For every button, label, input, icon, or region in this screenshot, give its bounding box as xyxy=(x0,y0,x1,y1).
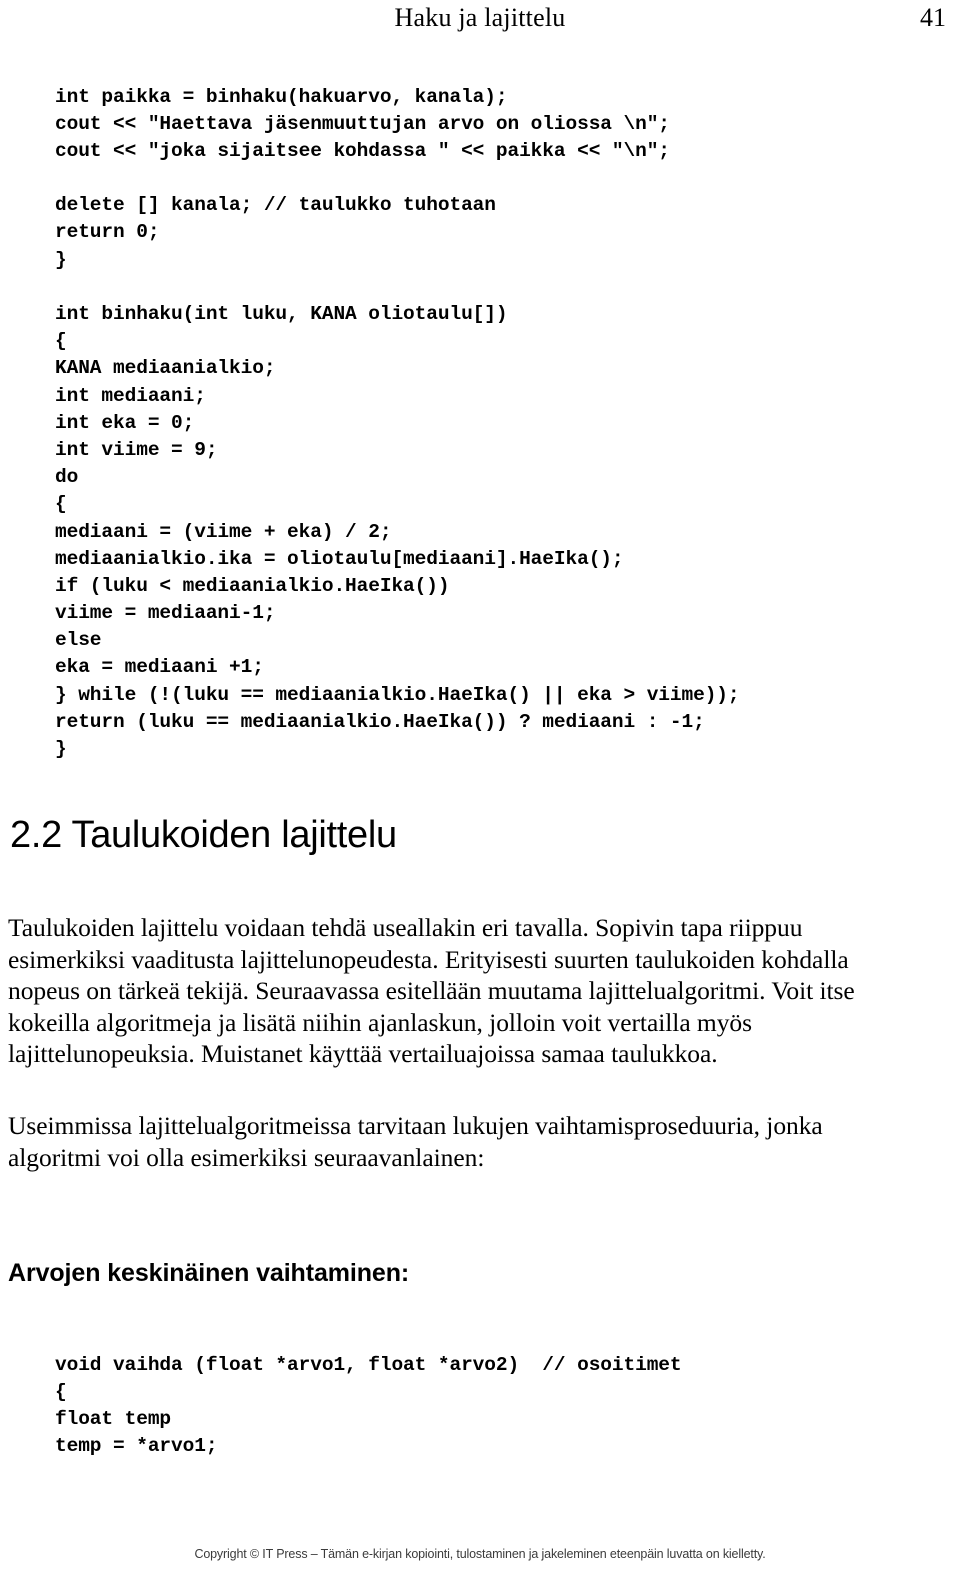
code-line: if (luku < mediaanialkio.HaeIka()) xyxy=(55,574,450,597)
code-line: float temp xyxy=(55,1407,172,1430)
code-line: } xyxy=(55,738,67,760)
code-line: KANA mediaanialkio; xyxy=(55,357,276,380)
body-paragraph-2: Useimmissa lajittelualgoritmeissa tarvit… xyxy=(8,1111,823,1172)
code-line: else xyxy=(55,629,102,652)
code-line: int eka = 0; xyxy=(55,411,195,434)
code-block-swap-function: void vaihda (float *arvo1, float *arvo2)… xyxy=(55,1352,682,1461)
code-block-binary-search: int paikka = binhaku(hakuarvo, kanala); c… xyxy=(55,84,740,764)
code-line: do xyxy=(55,466,79,489)
code-line: { xyxy=(55,493,67,516)
code-line: temp = *arvo1; xyxy=(55,1435,218,1458)
code-line: cout << "joka sijaitsee kohdassa " << pa… xyxy=(55,139,670,162)
code-line: } while (!(luku == mediaanialkio.HaeIka(… xyxy=(55,683,740,706)
code-line: } xyxy=(55,248,67,271)
code-line: eka = mediaani +1; xyxy=(55,656,264,679)
code-line: int paikka = binhaku(hakuarvo, kanala); xyxy=(55,85,508,108)
section-heading: 2.2 Taulukoiden lajittelu xyxy=(10,814,397,856)
code-line: void vaihda (float *arvo1, float *arvo2)… xyxy=(55,1353,682,1376)
code-line: mediaanialkio.ika = oliotaulu[mediaani].… xyxy=(55,547,624,570)
running-head-title: Haku ja lajittelu xyxy=(394,3,566,32)
code-line: { xyxy=(55,1380,67,1403)
body-paragraph-1: Taulukoiden lajittelu voidaan tehdä usea… xyxy=(8,913,855,1069)
code-line: mediaani = (viime + eka) / 2; xyxy=(55,520,392,543)
code-line: viime = mediaani-1; xyxy=(55,602,276,625)
code-line: int viime = 9; xyxy=(55,438,218,461)
code-line: return 0; xyxy=(55,221,160,244)
document-page: Haku ja lajittelu 41 int paikka = binhak… xyxy=(0,0,960,1576)
code-line: { xyxy=(55,330,67,353)
code-line: cout << "Haettava jäsenmuuttujan arvo on… xyxy=(55,112,670,135)
code-line: return (luku == mediaanialkio.HaeIka()) … xyxy=(55,710,705,733)
code-line: int mediaani; xyxy=(55,384,206,407)
page-number: 41 xyxy=(920,3,946,32)
code-line: delete [] kanala; // taulukko tuhotaan xyxy=(55,194,496,217)
code-line: int binhaku(int luku, KANA oliotaulu[]) xyxy=(55,303,508,325)
sub-heading-swap-values: Arvojen keskinäinen vaihtaminen: xyxy=(8,1259,410,1287)
footer-copyright: Copyright © IT Press – Tämän e-kirjan ko… xyxy=(194,1547,766,1561)
